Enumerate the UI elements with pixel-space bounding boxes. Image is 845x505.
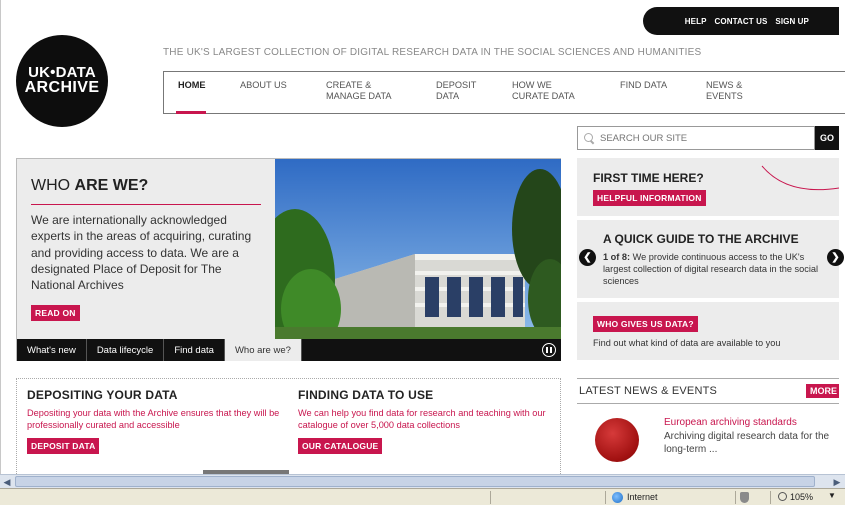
news-header: LATEST NEWS & EVENTS MORE [577,378,839,404]
quick-guide-panel: A QUICK GUIDE TO THE ARCHIVE 1 of 8: We … [577,220,844,298]
hero-title: WHO ARE WE? [31,177,261,195]
depositing-title: DEPOSITING YOUR DATA [27,388,178,402]
tab-data-lifecycle[interactable]: Data lifecycle [87,339,165,361]
search-input[interactable] [600,132,800,144]
nav-home[interactable]: HOME [164,72,226,114]
webpage: HELP CONTACT US SIGN UP UK•DATA ARCHIVE … [0,0,845,474]
nav-find-data[interactable]: FIND DATA [606,72,692,113]
news-title: LATEST NEWS & EVENTS [579,385,718,397]
logo-line-2: ARCHIVE [24,79,100,97]
finding-title: FINDING DATA TO USE [298,388,434,402]
who-gives-text: Find out what kind of data are available… [593,338,781,348]
deposit-data-button[interactable]: DEPOSIT DATA [27,438,100,454]
zoom-level[interactable]: 105% [790,492,813,502]
hero-carousel: WHO ARE WE? We are internationally ackno… [16,158,561,361]
who-gives-us-data-button[interactable]: WHO GIVES US DATA? [593,316,698,332]
globe-icon [612,492,623,503]
quick-guide-counter: 1 of 8: [603,252,631,262]
wax-seal-icon [595,418,639,462]
search-icon [584,132,595,144]
tab-whats-new[interactable]: What's new [17,339,87,361]
latest-news-panel: LATEST NEWS & EVENTS MORE European archi… [577,378,839,474]
arrow-right-icon[interactable]: ❯ [827,249,844,266]
more-news-button[interactable]: MORE [806,384,839,398]
tab-who-are-we[interactable]: Who are we? [224,339,302,361]
main-navigation: HOME ABOUT US CREATE & MANAGE DATA DEPOS… [163,71,845,114]
who-gives-data-panel: WHO GIVES US DATA? Find out what kind of… [577,302,839,360]
read-on-button[interactable]: READ ON [31,305,80,321]
status-divider [770,491,771,504]
our-catalogue-button[interactable]: OUR CATALOGUE [298,438,383,454]
zoom-dropdown-icon[interactable]: ▼ [828,491,836,500]
scroll-left-icon[interactable]: ◀ [0,476,14,488]
search-box [577,126,815,150]
horizontal-scrollbar[interactable]: ◀ ▶ [0,474,845,488]
sign-up-link[interactable]: SIGN UP [775,17,809,26]
depositing-text: Depositing your data with the Archive en… [27,408,280,430]
hero-title-plain: WHO [31,177,75,194]
hero-body: We are internationally acknowledged expe… [31,213,252,293]
scroll-right-icon[interactable]: ▶ [830,476,844,488]
nav-how-we-curate-data[interactable]: HOW WE CURATE DATA [498,72,606,113]
protected-mode-icon[interactable] [740,492,749,503]
logo-line-1: UK•DATA [28,63,96,81]
pause-icon[interactable] [542,343,556,357]
security-zone-label: Internet [627,492,658,502]
news-item-title[interactable]: European archiving standards [664,417,797,428]
utility-bar: HELP CONTACT US SIGN UP [643,7,839,35]
nav-news-events[interactable]: NEWS & EVENTS [692,72,772,113]
status-divider [735,491,736,504]
nav-deposit-data[interactable]: DEPOSIT DATA [422,72,498,113]
help-link[interactable]: HELP [685,17,707,26]
contact-us-link[interactable]: CONTACT US [715,17,768,26]
helpful-information-button[interactable]: HELPFUL INFORMATION [593,190,706,206]
building-photo [275,159,561,339]
finding-text: We can help you find data for research a… [298,408,546,430]
quick-guide-title: A QUICK GUIDE TO THE ARCHIVE [603,232,799,246]
finding-section: FINDING DATA TO USE We can help you find… [298,388,558,454]
hero-tab-bar: What's new Data lifecycle Find data Who … [17,339,561,361]
decorative-swoosh [761,165,839,191]
site-tagline: THE UK'S LARGEST COLLECTION OF DIGITAL R… [163,47,702,58]
first-time-title: FIRST TIME HERE? [593,171,704,185]
scrollbar-thumb[interactable] [15,476,815,487]
quick-guide-description: We provide continuous access to the UK's… [603,252,819,286]
hero-text-panel: WHO ARE WE? We are internationally ackno… [17,159,275,339]
quick-guide-text: 1 of 8: We provide continuous access to … [603,252,818,288]
tab-find-data[interactable]: Find data [164,339,225,361]
first-time-panel: FIRST TIME HERE? HELPFUL INFORMATION [577,158,839,216]
status-divider [605,491,606,504]
news-item-description: Archiving digital research data for the … [664,431,830,455]
browser-status-bar: Internet 105% ▼ [0,488,845,505]
uk-data-archive-logo[interactable]: UK•DATA ARCHIVE [16,35,108,127]
hero-title-bold: ARE WE? [74,177,149,194]
nav-about-us[interactable]: ABOUT US [226,72,312,113]
site-search: GO [577,126,839,150]
search-go-button[interactable]: GO [815,126,839,150]
arrow-left-icon[interactable]: ❮ [579,249,596,266]
status-divider [490,491,491,504]
zoom-icon [778,492,787,501]
depositing-section: DEPOSITING YOUR DATA Depositing your dat… [27,388,287,454]
lower-content: DEPOSITING YOUR DATA Depositing your dat… [16,378,561,474]
hero-divider [31,204,261,205]
building-photo-illustration [275,159,561,339]
nav-create-manage-data[interactable]: CREATE & MANAGE DATA [312,72,422,113]
